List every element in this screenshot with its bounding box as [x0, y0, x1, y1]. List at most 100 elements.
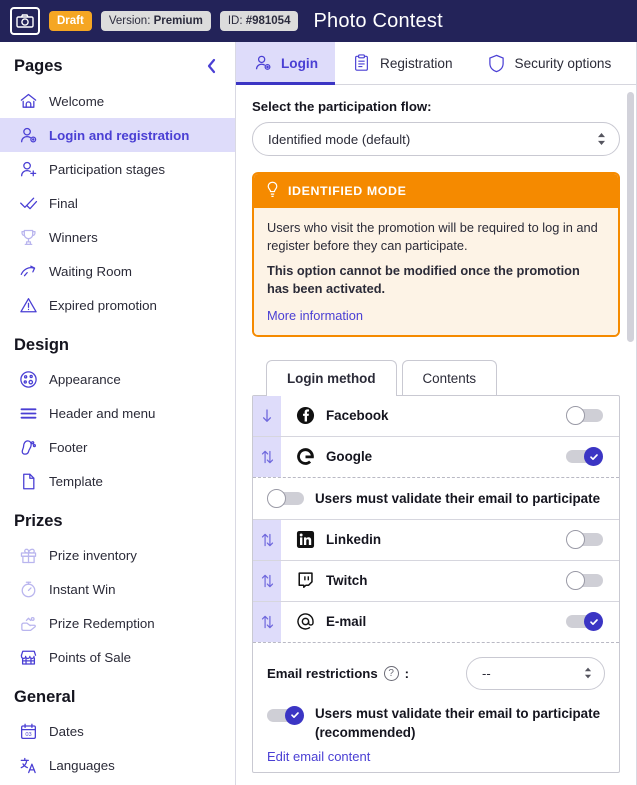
sidebar-item-label: Dates [49, 723, 84, 739]
sidebar-item-template[interactable]: Template [0, 464, 235, 498]
hourglass-arrow-icon [18, 261, 38, 281]
page-title: Photo Contest [313, 9, 443, 32]
arrow-up-down-icon[interactable] [253, 436, 281, 477]
participation-flow-select[interactable]: Identified mode (default) [252, 122, 620, 156]
email-restrictions-select[interactable]: -- [466, 656, 605, 690]
sidebar-item-instant-win[interactable]: Instant Win [0, 572, 235, 606]
main-panel: Login Registration Security options Sele… [236, 42, 637, 785]
more-information-link[interactable]: More information [267, 307, 363, 325]
toggle-knob [584, 612, 603, 632]
callout-body: Users who visit the promotion will be re… [254, 208, 618, 335]
participation-flow-value: Identified mode (default) [268, 131, 411, 147]
callout-bold-paragraph: This option cannot be modified once the … [267, 263, 580, 297]
tab-security-options[interactable]: Security options [470, 42, 629, 84]
linkedin-icon [294, 530, 316, 549]
clipboard-icon [352, 54, 371, 73]
arrow-up-down-icon[interactable] [253, 560, 281, 601]
sidebar-item-prize-redemption[interactable]: Prize Redemption [0, 606, 235, 640]
login-method-row-linkedin: Linkedin [253, 519, 619, 561]
main-scrollbar[interactable] [627, 92, 634, 781]
email-restrictions-text: Email restrictions [267, 665, 378, 681]
login-method-row-e-mail: E-mail [253, 601, 619, 643]
scrollbar-thumb[interactable] [627, 92, 634, 342]
sidebar-item-final[interactable]: Final [0, 186, 235, 220]
sidebar-item-label: Expired promotion [49, 297, 157, 313]
sidebar-item-label: Template [49, 473, 103, 489]
sidebar-section-title-design: Design [14, 336, 70, 354]
google-validate-email-row: Users must validate their email to parti… [253, 478, 619, 520]
camera-icon[interactable] [10, 7, 40, 35]
shield-icon [487, 54, 506, 73]
version-badge: Version: Premium [100, 10, 211, 32]
tab-login[interactable]: Login [236, 42, 335, 85]
sidebar-item-winners[interactable]: Winners [0, 220, 235, 254]
callout-header: IDENTIFIED MODE [254, 174, 618, 208]
sidebar-item-participation-stages[interactable]: Participation stages [0, 152, 235, 186]
sidebar-item-footer[interactable]: Footer [0, 430, 235, 464]
stopwatch-icon [18, 579, 38, 599]
question-mark-icon[interactable]: ? [383, 665, 399, 681]
subtab-contents[interactable]: Contents [401, 359, 498, 396]
id-badge: ID: #981054 [219, 10, 299, 32]
chevron-left-icon[interactable] [201, 56, 221, 76]
user-add-icon [18, 159, 38, 179]
sidebar-item-label: Participation stages [49, 161, 166, 177]
sidebar-item-appearance[interactable]: Appearance [0, 362, 235, 396]
top-bar: Draft Version: Premium ID: #981054 Photo… [0, 0, 637, 42]
arrow-up-down-icon[interactable] [253, 601, 281, 642]
chevron-updown-icon [597, 133, 606, 146]
id-value: #981054 [245, 14, 291, 27]
login-method-label: Linkedin [326, 532, 382, 548]
sidebar-item-dates[interactable]: 03 Dates [0, 714, 235, 748]
toggle-knob [566, 530, 585, 550]
edit-email-content-link[interactable]: Edit email content [267, 749, 370, 764]
sidebar-item-label: Header and menu [49, 405, 156, 421]
google-validate-email-toggle[interactable] [267, 488, 304, 508]
login-method-toggle-facebook[interactable] [566, 406, 603, 426]
email-restrictions-label: Email restrictions?: [267, 665, 409, 681]
trophy-icon [18, 227, 38, 247]
sidebar-item-label: Welcome [49, 93, 105, 109]
page-icon [18, 471, 38, 491]
id-label: ID: [227, 14, 246, 27]
arrow-down-icon[interactable] [253, 395, 281, 436]
sidebar-item-label: Appearance [49, 371, 121, 387]
sidebar-item-prize-inventory[interactable]: Prize inventory [0, 538, 235, 572]
toggle-knob [267, 488, 286, 508]
sidebar-item-points-of-sale[interactable]: Points of Sale [0, 640, 235, 674]
sidebar-item-waiting-room[interactable]: Waiting Room [0, 254, 235, 288]
sidebar-item-login-and-registration[interactable]: Login and registration [0, 118, 235, 152]
email-settings: Email restrictions?: -- Users must validat… [253, 643, 619, 773]
tab-bar: Login Registration Security options [236, 42, 636, 85]
user-gear-icon [253, 54, 272, 73]
facebook-icon [294, 406, 316, 425]
participation-flow-label: Select the participation flow: [252, 99, 432, 114]
sidebar-item-label: Final [49, 195, 78, 211]
sidebar-item-label: Login and registration [49, 127, 190, 143]
email-validate-toggle[interactable] [267, 705, 304, 725]
login-method-toggle-e-mail[interactable] [566, 612, 603, 632]
arrow-up-down-icon[interactable] [253, 519, 281, 560]
login-method-label: Twitch [326, 573, 368, 589]
toggle-knob [584, 447, 603, 467]
sidebar-item-header-and-menu[interactable]: Header and menu [0, 396, 235, 430]
lightbulb-icon [266, 181, 279, 201]
hand-gift-icon [18, 613, 38, 633]
sidebar-item-label: Instant Win [49, 581, 116, 597]
callout-heading: IDENTIFIED MODE [288, 184, 407, 198]
footprint-icon [18, 437, 38, 457]
login-method-toggle-linkedin[interactable] [566, 530, 603, 550]
subtab-login-method[interactable]: Login method [266, 359, 397, 396]
sidebar-item-label: Points of Sale [49, 649, 132, 665]
sidebar-title: Pages [14, 56, 63, 75]
sidebar-item-languages[interactable]: Languages [0, 748, 235, 782]
tab-registration[interactable]: Registration [335, 42, 470, 84]
sidebar-item-label: Footer [49, 439, 88, 455]
login-method-row-facebook: Facebook [253, 395, 619, 437]
sidebar-item-welcome[interactable]: Welcome [0, 84, 235, 118]
google-icon [294, 447, 316, 466]
login-method-toggle-google[interactable] [566, 447, 603, 467]
tab-registration-label: Registration [380, 55, 453, 71]
sidebar-item-expired-promotion[interactable]: Expired promotion [0, 288, 235, 322]
login-method-toggle-twitch[interactable] [566, 571, 603, 591]
